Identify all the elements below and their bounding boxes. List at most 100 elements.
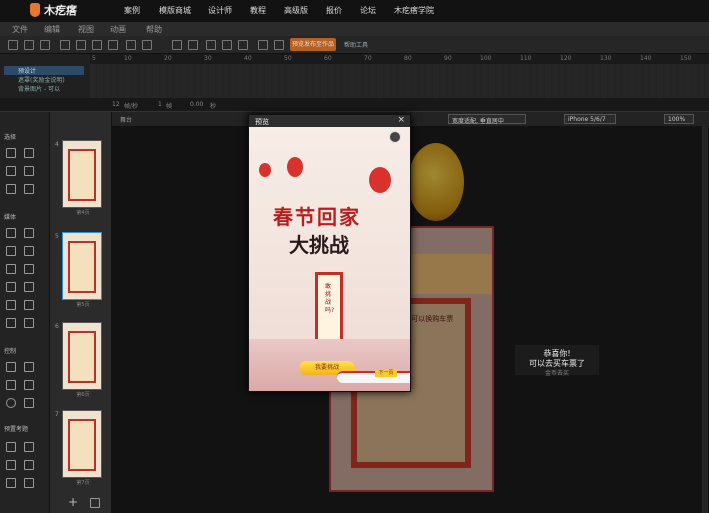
ruler-tick: 60	[324, 55, 332, 62]
timeline-frames[interactable]	[90, 64, 709, 98]
circle-icon[interactable]	[6, 398, 16, 408]
phone-preview: 春节回家 大挑战 敢挑战吗? 我要挑战 下一页	[249, 127, 410, 391]
page-caption: 第6页	[76, 392, 90, 398]
redo-icon[interactable]	[142, 40, 152, 50]
polygon-icon[interactable]	[24, 398, 34, 408]
list-icon[interactable]	[24, 282, 34, 292]
lantern-image	[287, 157, 303, 177]
ruler-tick: 130	[600, 55, 612, 62]
pointer-icon[interactable]	[6, 148, 16, 158]
lock-icon[interactable]	[6, 478, 16, 488]
paste-icon[interactable]	[92, 40, 102, 50]
preview-dialog: 预览 × 春节回家 大挑战 敢挑战吗? 我要挑战 下一页	[248, 114, 411, 392]
nav-pricing[interactable]: 报价	[326, 5, 342, 16]
fit-mode-select[interactable]: 宽度适配, 垂直居中	[448, 114, 526, 125]
timeline-ruler[interactable]: 5 10 20 30 40 50 60 70 80 90 100 110 120…	[90, 54, 709, 64]
help-tools-link[interactable]: 帮助工具	[344, 40, 368, 49]
nav-forum[interactable]: 论坛	[360, 5, 376, 16]
publish-button[interactable]: 预览发布至作品	[290, 38, 336, 51]
crop-icon[interactable]	[6, 184, 16, 194]
canvas-scrollbar[interactable]	[702, 126, 708, 513]
nav-academy[interactable]: 木疙瘩学院	[394, 5, 434, 16]
menu-edit[interactable]: 编辑	[44, 24, 60, 35]
thumbnail-frame	[68, 331, 96, 383]
undo-icon[interactable]	[126, 40, 136, 50]
open-file-icon[interactable]	[24, 40, 34, 50]
text-icon[interactable]	[24, 264, 34, 274]
button-icon[interactable]	[6, 282, 16, 292]
preset-icon[interactable]	[24, 442, 34, 452]
ruler-tick: 80	[404, 55, 412, 62]
image-icon[interactable]	[6, 228, 16, 238]
transform-icon[interactable]	[24, 148, 34, 158]
music-icon[interactable]	[389, 131, 401, 143]
copy-icon[interactable]	[76, 40, 86, 50]
frame-icon[interactable]	[206, 40, 216, 50]
time-unit: 秒	[210, 103, 217, 110]
nav-advanced[interactable]: 高级版	[284, 5, 308, 16]
stage-icon[interactable]	[222, 40, 232, 50]
preset-icon[interactable]	[6, 460, 16, 470]
page-settings-icon[interactable]	[90, 498, 100, 508]
zoom-icon[interactable]	[24, 166, 34, 176]
delete-icon[interactable]	[108, 40, 118, 50]
ruler-tick: 40	[244, 55, 252, 62]
cut-icon[interactable]	[60, 40, 70, 50]
add-page-icon[interactable]: +	[68, 496, 78, 508]
share-icon[interactable]	[258, 40, 268, 50]
nav-template-store[interactable]: 模版商城	[159, 5, 191, 16]
hand-icon[interactable]	[6, 166, 16, 176]
toast-line: 恭喜你!	[543, 349, 571, 358]
gallery-icon[interactable]	[6, 246, 16, 256]
nav-tutorials[interactable]: 教程	[250, 5, 266, 16]
nav-designer[interactable]: 设计师	[208, 5, 232, 16]
page-thumbnail[interactable]: 5 第5页	[55, 232, 102, 308]
timeline-panel: 预设计 遮罩(奖励金说明) 背景图片 - 可以 5 10 20 30 40 50…	[0, 54, 709, 98]
train-image	[337, 371, 410, 383]
section-control: 控制	[4, 348, 17, 355]
layer-item[interactable]: 遮罩(奖励金说明)	[4, 75, 84, 84]
slideshow-icon[interactable]	[6, 318, 16, 328]
page-number: 7	[55, 411, 59, 418]
triangle-icon[interactable]	[24, 380, 34, 390]
menu-view[interactable]: 视图	[78, 24, 94, 35]
pen-icon[interactable]	[24, 362, 34, 372]
new-file-icon[interactable]	[8, 40, 18, 50]
menu-animation[interactable]: 动画	[110, 24, 126, 35]
page-caption: 第4页	[76, 210, 90, 216]
video-icon[interactable]	[24, 228, 34, 238]
ruler-tick: 10	[124, 55, 132, 62]
layer-item[interactable]: 预设计	[4, 66, 84, 75]
next-page-button[interactable]: 下一页	[375, 369, 397, 377]
save-icon[interactable]	[40, 40, 50, 50]
toast-line: 金币去买	[544, 370, 569, 377]
brush-icon[interactable]	[24, 478, 34, 488]
brand-logo[interactable]: 木疙瘩	[44, 2, 77, 18]
rectangle-icon[interactable]	[6, 380, 16, 390]
toast-line: 可以去买车票了	[529, 359, 585, 368]
page-thumbnail[interactable]: 6 第6页	[55, 322, 102, 398]
zoom-select[interactable]: 100%	[664, 114, 694, 124]
film-icon[interactable]	[24, 318, 34, 328]
menu-help[interactable]: 帮助	[146, 24, 162, 35]
box-icon[interactable]	[6, 264, 16, 274]
page-thumbnail[interactable]: 7 第7页	[55, 410, 102, 486]
nav-cases[interactable]: 案例	[124, 5, 140, 16]
audio-icon[interactable]	[24, 246, 34, 256]
export-icon[interactable]	[274, 40, 284, 50]
resize-icon[interactable]	[238, 40, 248, 50]
grid-icon[interactable]	[24, 184, 34, 194]
preset-icon[interactable]	[6, 442, 16, 452]
stop-icon[interactable]	[188, 40, 198, 50]
close-icon[interactable]: ×	[397, 115, 405, 125]
chart-icon[interactable]	[24, 300, 34, 310]
line-icon[interactable]	[6, 362, 16, 372]
table-icon[interactable]	[6, 300, 16, 310]
layer-item[interactable]: 背景图片 - 可以	[4, 84, 84, 93]
device-select[interactable]: iPhone 5/6/7	[564, 114, 616, 124]
play-icon[interactable]	[172, 40, 182, 50]
page-thumbnail[interactable]: 4 第4页	[55, 140, 102, 216]
congrats-toast: 恭喜你! 可以去买车票了 金币去买	[515, 345, 599, 377]
preset-icon[interactable]	[24, 460, 34, 470]
menu-file[interactable]: 文件	[12, 24, 28, 35]
